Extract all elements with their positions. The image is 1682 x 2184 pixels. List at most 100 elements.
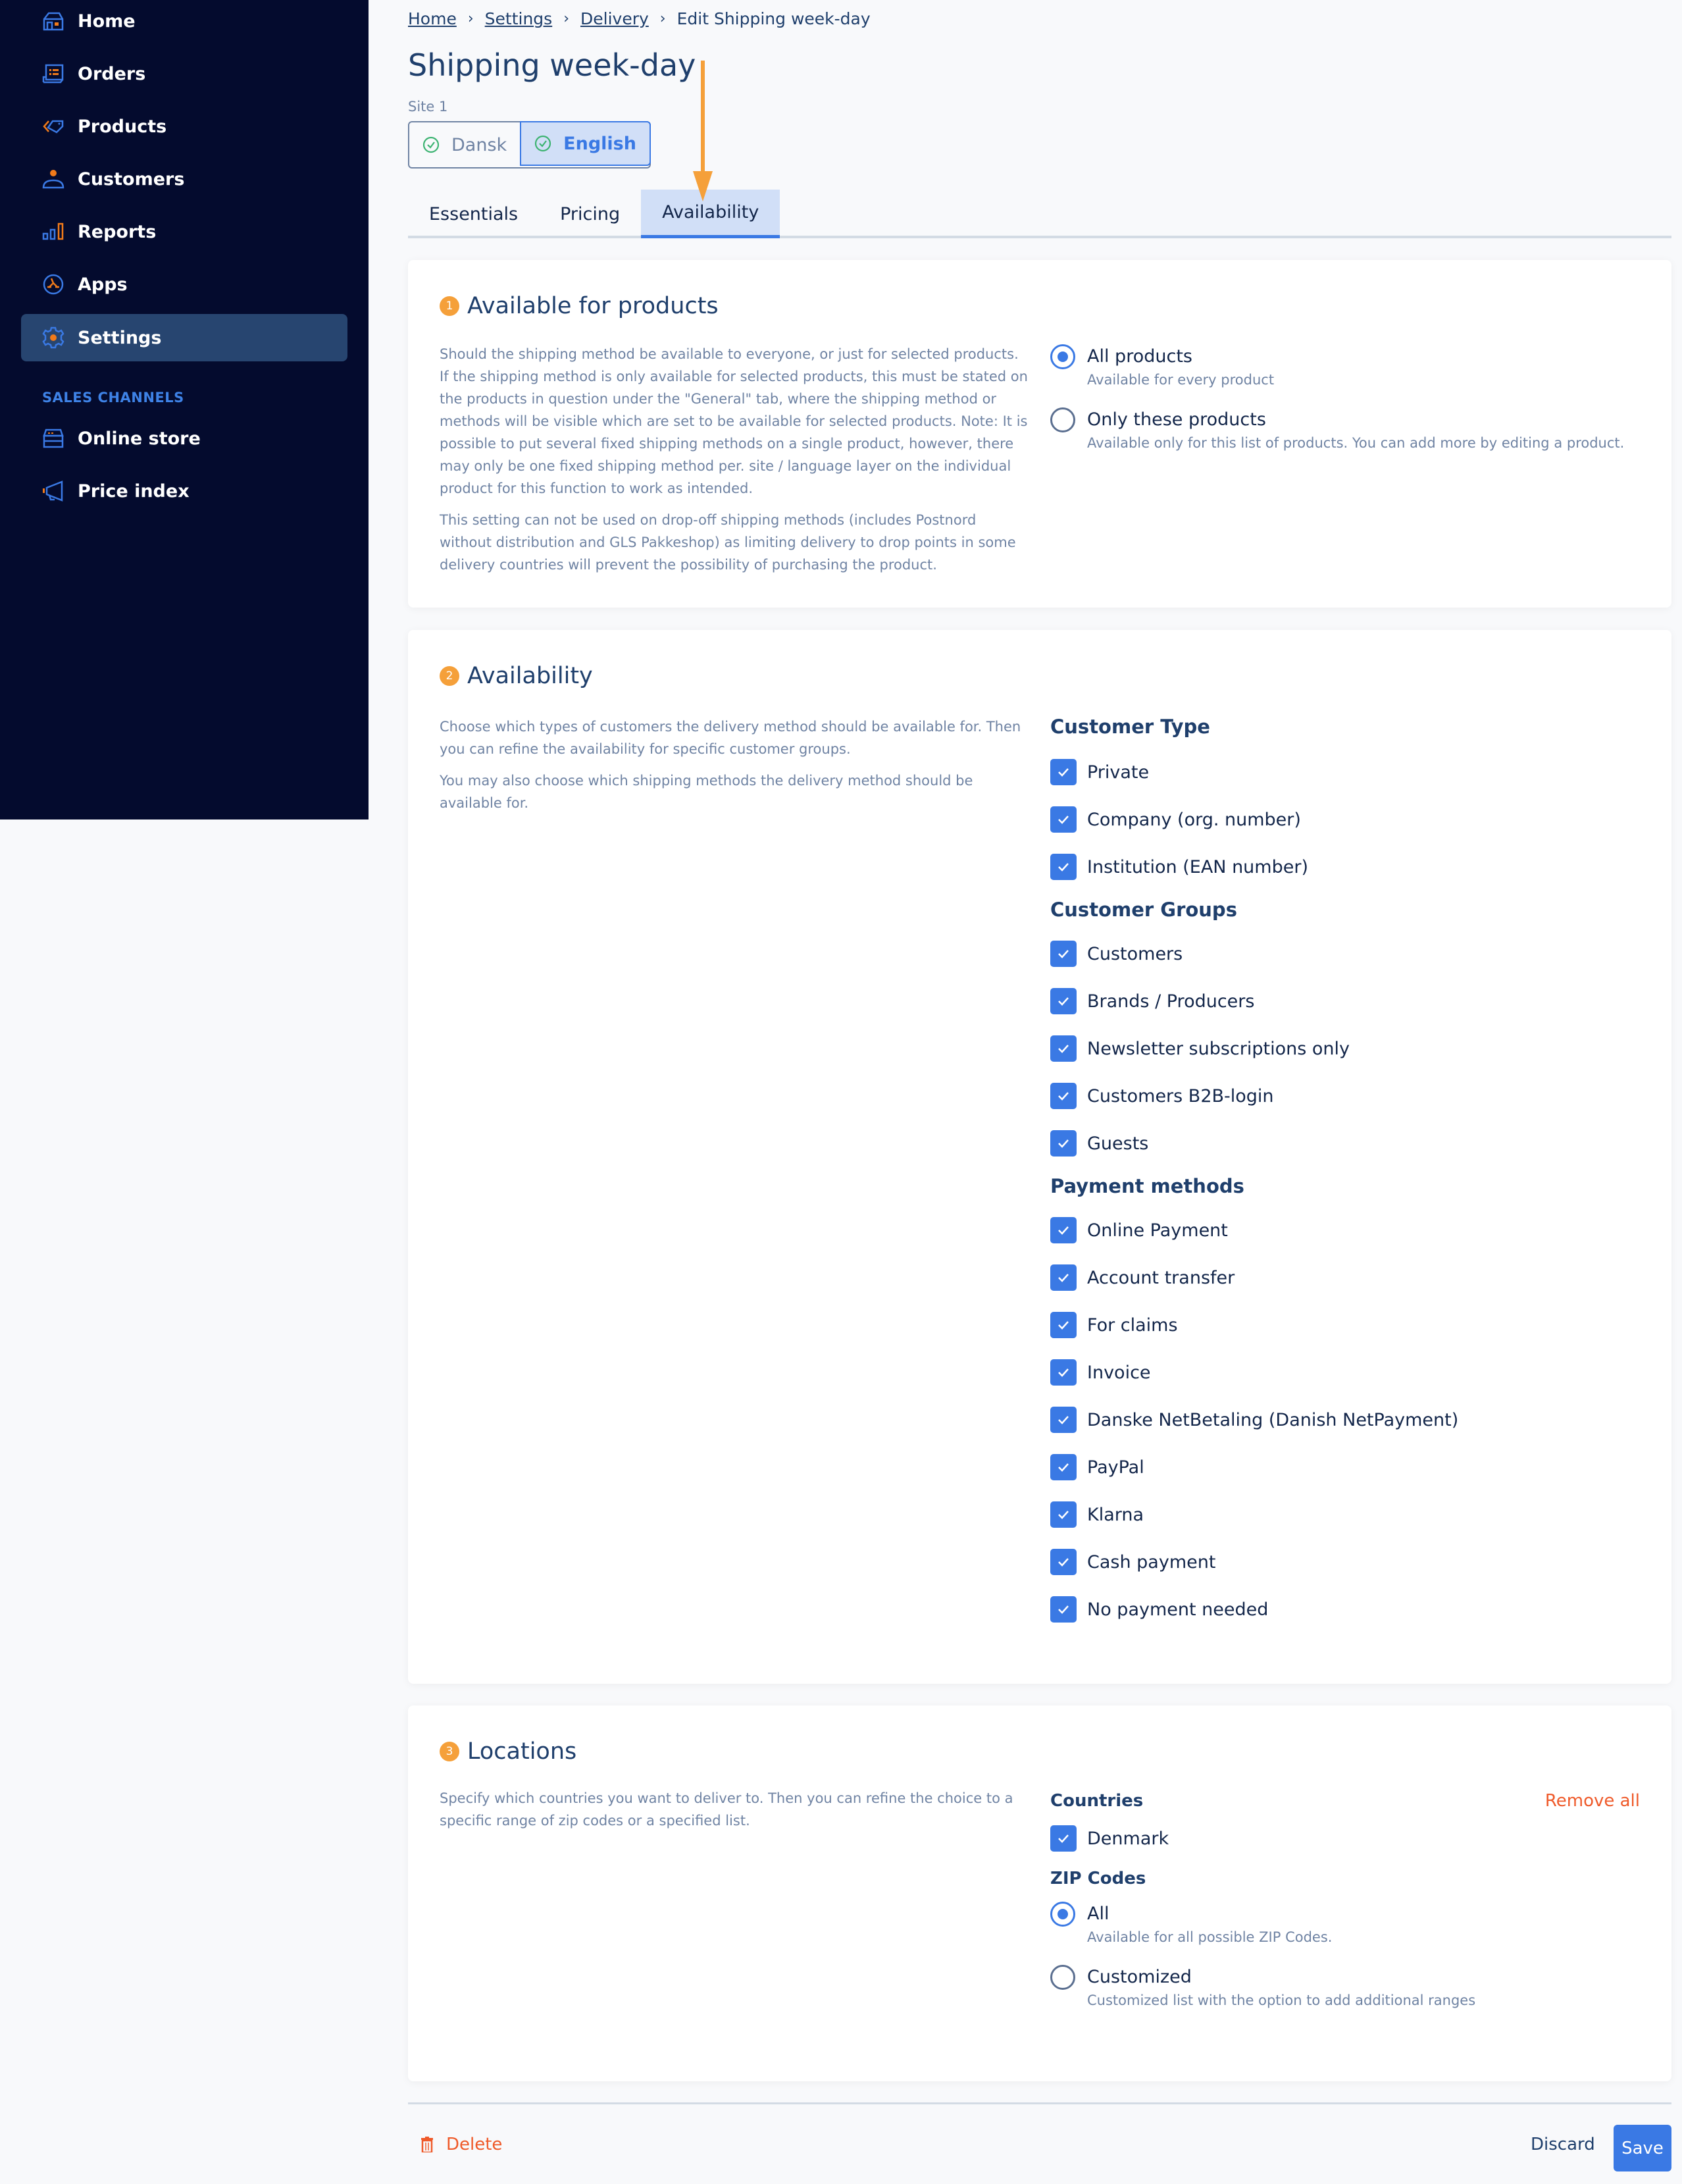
delete-button[interactable]: Delete — [421, 2135, 502, 2154]
checkbox-item[interactable]: For claims — [1050, 1301, 1458, 1349]
radio-checked-icon — [1050, 344, 1075, 369]
save-button[interactable]: Save — [1614, 2125, 1671, 2171]
check-circle-icon — [535, 135, 551, 152]
radio-unchecked-icon — [1050, 1965, 1075, 1990]
checkbox-label: Brands / Producers — [1087, 991, 1255, 1012]
tab-pricing[interactable]: Pricing — [539, 190, 641, 238]
products-options: All products Available for every product… — [1050, 344, 1624, 451]
sidebar-item-label: Price index — [78, 481, 190, 502]
checkbox-item[interactable]: Cash payment — [1050, 1538, 1458, 1586]
breadcrumb-delivery[interactable]: Delivery — [580, 9, 649, 28]
checkbox-item[interactable]: Invoice — [1050, 1349, 1458, 1396]
card-description: Should the shipping method be available … — [440, 343, 1032, 576]
radio-sublabel: Customized list with the option to add a… — [1087, 1992, 1476, 2008]
radio-label: All — [1087, 1904, 1109, 1924]
products-card: 1 Available for products Should the ship… — [408, 260, 1671, 608]
language-english[interactable]: English — [520, 121, 651, 166]
breadcrumb-current: Edit Shipping week-day — [676, 9, 871, 28]
description-paragraph: You may also choose which shipping metho… — [440, 773, 973, 811]
tab-bar: Essentials Pricing Availability — [408, 190, 1671, 238]
sales-channels-heading: SALES CHANNELS — [42, 390, 184, 405]
check-circle-icon — [422, 136, 440, 153]
radio-checked-icon — [1050, 1902, 1075, 1927]
sidebar-item-home[interactable]: Home — [21, 0, 347, 45]
checkbox-item[interactable]: Customers — [1050, 930, 1458, 977]
checkbox-item[interactable]: Guests — [1050, 1120, 1458, 1167]
chevron-right-icon: › — [659, 11, 666, 27]
radio-all-products[interactable]: All products Available for every product — [1050, 344, 1624, 388]
availability-options: Customer Type Private Company (org. numbe… — [1050, 715, 1458, 1633]
language-label: English — [563, 133, 636, 154]
tab-essentials[interactable]: Essentials — [408, 190, 539, 238]
checkbox-checked-icon — [1050, 1407, 1077, 1433]
user-icon — [42, 168, 64, 190]
checkbox-item[interactable]: Private — [1050, 748, 1458, 796]
radio-label: All products — [1087, 346, 1192, 367]
checkbox-checked-icon — [1050, 1264, 1077, 1291]
sidebar-item-products[interactable]: Products — [21, 103, 347, 150]
checkbox-item[interactable]: No payment needed — [1050, 1586, 1458, 1633]
page-title: Shipping week-day — [408, 47, 696, 83]
radio-only-these-products[interactable]: Only these products Available only for t… — [1050, 407, 1624, 451]
breadcrumb-home[interactable]: Home — [408, 9, 457, 28]
orders-icon — [42, 63, 64, 85]
description-paragraph: Choose which types of customers the deli… — [440, 719, 1021, 757]
footer-divider — [408, 2102, 1671, 2104]
radio-sublabel: Available only for this list of products… — [1087, 435, 1625, 451]
card-title: 1 Available for products — [440, 293, 719, 319]
sidebar-item-online-store[interactable]: Online store — [21, 415, 347, 462]
sidebar-item-reports[interactable]: Reports — [21, 208, 347, 255]
checkbox-checked-icon — [1050, 1825, 1077, 1852]
customer-type-heading: Customer Type — [1050, 715, 1210, 738]
checkbox-item[interactable]: Danske NetBetaling (Danish NetPayment) — [1050, 1396, 1458, 1443]
checkbox-label: Company (org. number) — [1087, 809, 1301, 830]
sidebar-item-settings[interactable]: Settings — [21, 314, 347, 361]
checkbox-item[interactable]: Brands / Producers — [1050, 977, 1458, 1025]
sidebar-item-orders[interactable]: Orders — [21, 50, 347, 97]
tag-icon — [42, 115, 64, 138]
checkbox-item[interactable]: Customers B2B-login — [1050, 1072, 1458, 1120]
checkbox-label: Denmark — [1087, 1828, 1169, 1849]
checkbox-item[interactable]: PayPal — [1050, 1443, 1458, 1491]
language-toggle: Dansk English — [408, 121, 651, 169]
breadcrumb-settings[interactable]: Settings — [485, 9, 553, 28]
sidebar-item-apps[interactable]: Apps — [21, 261, 347, 308]
card-title-text: Availability — [467, 663, 593, 689]
apps-icon — [42, 273, 64, 296]
locations-options: Countries Denmark ZIP Codes All Availabl… — [1050, 1791, 1475, 2008]
sidebar-item-label: Settings — [78, 327, 162, 348]
checkbox-label: Customers — [1087, 943, 1183, 964]
checkbox-item[interactable]: Denmark — [1050, 1815, 1475, 1862]
checkbox-label: Private — [1087, 762, 1150, 783]
card-title-text: Locations — [467, 1738, 577, 1765]
customer-groups-list: Customers Brands / Producers Newsletter su… — [1050, 930, 1458, 1167]
checkbox-item[interactable]: Institution (EAN number) — [1050, 843, 1458, 891]
sidebar-item-customers[interactable]: Customers — [21, 155, 347, 203]
checkbox-label: Klarna — [1087, 1504, 1144, 1525]
sidebar-item-label: Products — [78, 116, 167, 137]
checkbox-item[interactable]: Newsletter subscriptions only — [1050, 1025, 1458, 1072]
radio-zip-all[interactable]: All Available for all possible ZIP Codes… — [1050, 1902, 1475, 1945]
radio-zip-customized[interactable]: Customized Customized list with the opti… — [1050, 1965, 1475, 2008]
sidebar-item-label: Reports — [78, 221, 157, 242]
trash-icon — [421, 2137, 433, 2152]
card-description: Choose which types of customers the deli… — [440, 715, 1032, 814]
remove-all-link[interactable]: Remove all — [1545, 1791, 1640, 1811]
checkbox-item[interactable]: Account transfer — [1050, 1254, 1458, 1301]
payment-methods-list: Online Payment Account transfer For claims… — [1050, 1207, 1458, 1633]
locations-card: 3 Locations Specify which countries you … — [408, 1705, 1671, 2081]
gear-icon — [42, 326, 64, 349]
checkbox-item[interactable]: Klarna — [1050, 1491, 1458, 1538]
discard-button[interactable]: Discard — [1531, 2135, 1595, 2154]
sidebar-item-price-index[interactable]: Price index — [21, 467, 347, 515]
language-dansk[interactable]: Dansk — [409, 122, 520, 167]
checkbox-item[interactable]: Company (org. number) — [1050, 796, 1458, 843]
checkbox-checked-icon — [1050, 988, 1077, 1014]
sidebar-item-label: Orders — [78, 63, 146, 84]
step-badge: 1 — [440, 296, 459, 316]
checkbox-item[interactable]: Online Payment — [1050, 1207, 1458, 1254]
customer-groups-heading: Customer Groups — [1050, 898, 1237, 921]
checkbox-checked-icon — [1050, 1035, 1077, 1062]
checkbox-label: Online Payment — [1087, 1220, 1228, 1241]
sidebar-item-label: Apps — [78, 274, 128, 295]
